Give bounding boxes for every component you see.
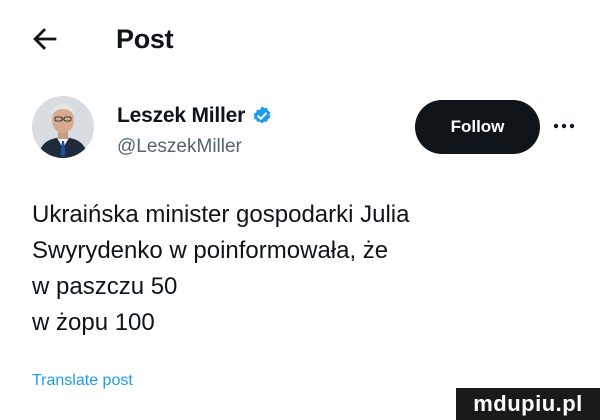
post-text-line: Swyrydenko w poinformowała, że — [32, 237, 389, 264]
display-name[interactable]: Leszek Miller — [117, 104, 245, 128]
post-text-line: w paszczu 50 — [32, 273, 178, 300]
watermark-text: mdupiu.pl — [473, 391, 583, 416]
arrow-left-icon[interactable] — [28, 22, 62, 56]
post-text-line: w żopu 100 — [32, 309, 155, 336]
avatar[interactable] — [32, 96, 94, 158]
post-text: Ukraińska minister gospodarki Julia Swyr… — [32, 197, 572, 341]
avatar-portrait-icon — [32, 96, 94, 158]
user-handle[interactable]: @LeszekMiller — [117, 136, 242, 158]
post-text-line: Ukraińska minister gospodarki Julia — [32, 201, 410, 228]
author-row: Leszek Miller @LeszekMiller Follow — [32, 96, 575, 168]
page-title: Post — [116, 24, 174, 54]
follow-button[interactable]: Follow — [415, 100, 540, 154]
verified-badge-icon — [253, 106, 271, 124]
more-horizontal-icon[interactable] — [551, 118, 577, 134]
post-header: Post — [0, 0, 600, 80]
watermark: mdupiu.pl — [456, 388, 600, 420]
display-name-row: Leszek Miller — [117, 104, 273, 128]
translate-post-link[interactable]: Translate post — [32, 372, 133, 390]
